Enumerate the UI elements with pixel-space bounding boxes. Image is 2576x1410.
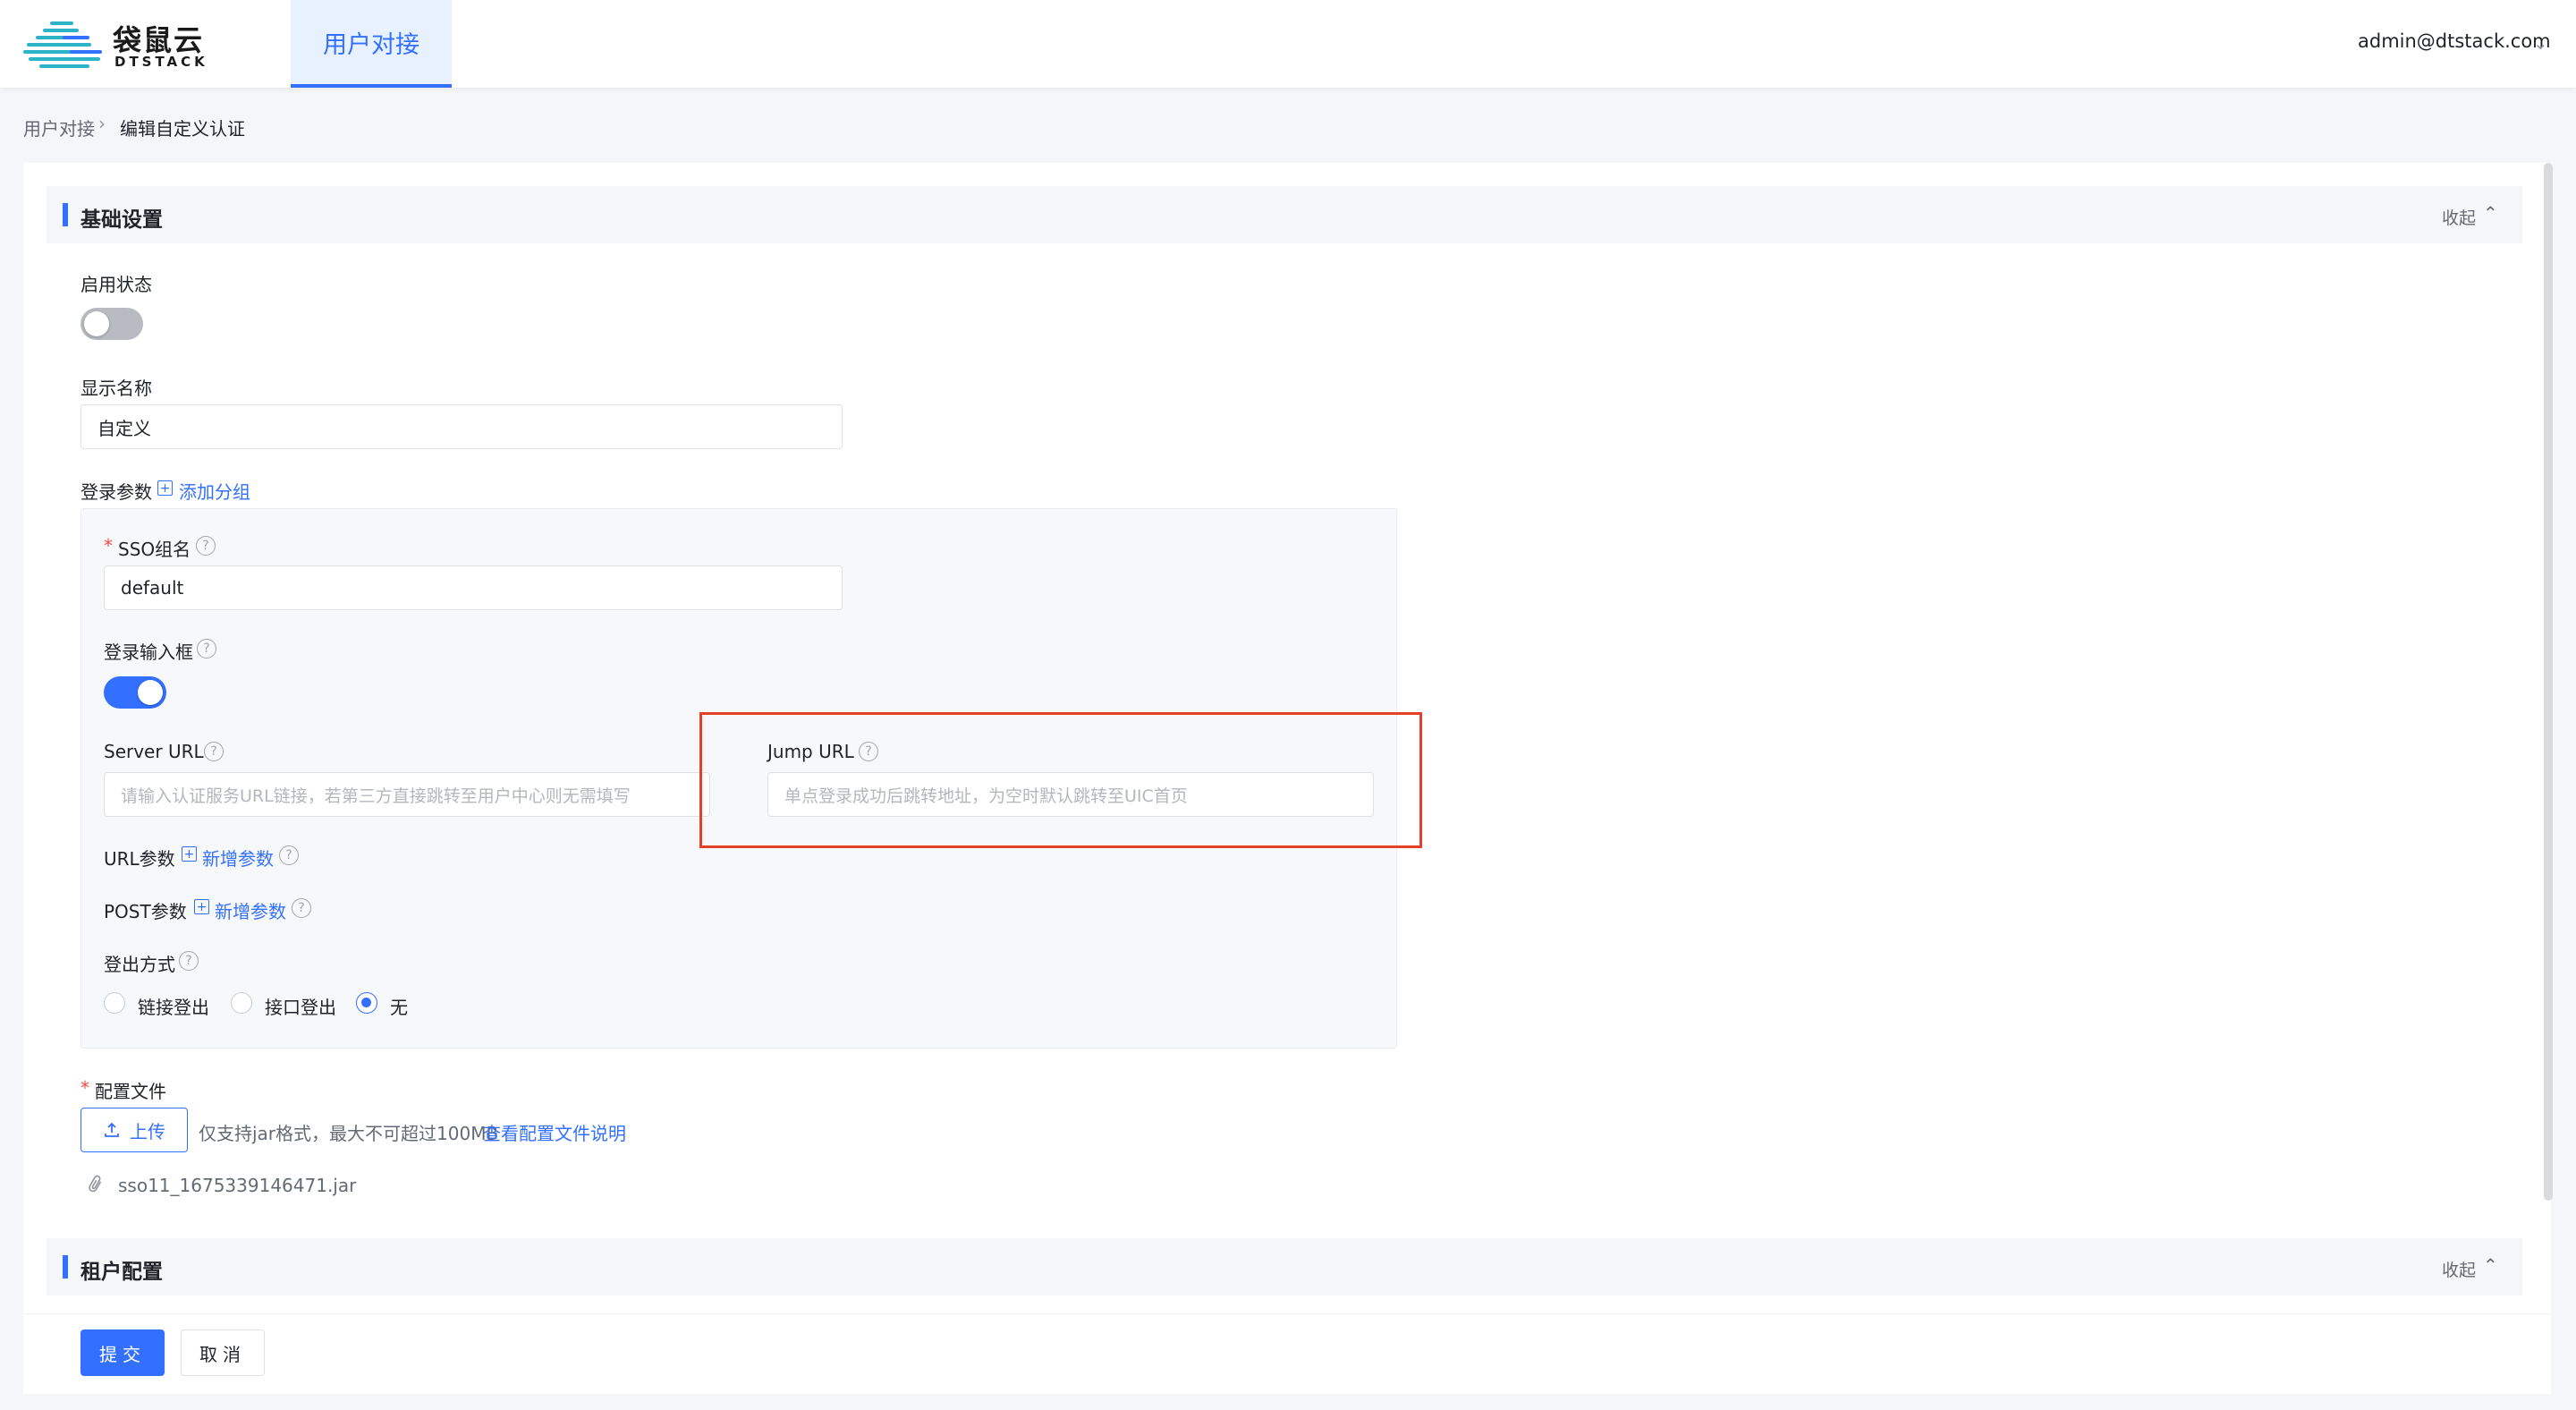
collapse-button-tenant[interactable]: 收起 [2442, 1257, 2476, 1281]
help-icon[interactable]: ? [204, 742, 224, 761]
radio-label-link-logout[interactable]: 链接登出 [138, 993, 209, 1019]
help-icon[interactable]: ? [196, 536, 216, 556]
chevron-up-icon[interactable]: ⌃ [2483, 1254, 2498, 1276]
display-name-input[interactable]: 自定义 [80, 404, 843, 449]
chevron-up-icon[interactable]: ⌃ [2483, 202, 2498, 224]
upload-label: 上传 [130, 1120, 165, 1142]
plus-square-icon[interactable]: + [157, 480, 173, 496]
plus-square-icon[interactable]: + [194, 899, 209, 914]
section-title-basic: 基础设置 [80, 208, 163, 232]
section-header-basic[interactable] [47, 186, 2522, 243]
logo-text-en: DTSTACK [114, 54, 208, 70]
help-icon[interactable]: ? [197, 639, 216, 658]
nav-tab-user-integration[interactable]: 用户对接 [291, 0, 452, 88]
toggle-knob [84, 311, 109, 336]
dtstack-logo-icon[interactable] [23, 20, 106, 68]
help-icon[interactable]: ? [292, 898, 311, 918]
section-accent-bar [63, 203, 68, 226]
submit-button[interactable]: 提交 [80, 1329, 165, 1376]
chevron-right-icon: › [98, 113, 106, 134]
collapse-button-basic[interactable]: 收起 [2442, 205, 2476, 229]
sso-group-input[interactable]: default [104, 565, 843, 610]
radio-api-logout[interactable] [231, 992, 252, 1014]
upload-button[interactable]: 上传 [80, 1108, 188, 1152]
help-icon[interactable]: ? [179, 951, 199, 971]
plus-square-icon[interactable]: + [182, 846, 197, 862]
scrollbar[interactable] [2544, 163, 2553, 1201]
radio-label-api-logout[interactable]: 接口登出 [265, 993, 336, 1019]
breadcrumb-parent[interactable]: 用户对接 [23, 115, 95, 140]
upload-icon [105, 1122, 119, 1137]
radio-none[interactable] [356, 992, 377, 1014]
upload-hint: 仅支持jar格式，最大不可超过100MB [199, 1123, 499, 1144]
required-asterisk: * [80, 1077, 89, 1099]
add-post-param-link[interactable]: 新增参数 [215, 897, 286, 923]
breadcrumb-current: 编辑自定义认证 [120, 118, 245, 140]
toggle-knob [138, 680, 163, 705]
add-group-link[interactable]: 添加分组 [179, 478, 250, 504]
login-input-label: 登录输入框 [104, 641, 193, 663]
config-file-label: 配置文件 [95, 1081, 166, 1102]
user-email[interactable]: admin@dtstack.com [2358, 30, 2551, 52]
chevron-down-icon[interactable]: ⌄ [2533, 32, 2548, 54]
server-url-label: Server URL [104, 741, 204, 762]
add-url-param-link[interactable]: 新增参数 [202, 845, 274, 871]
annotation-highlight-box [699, 712, 1422, 848]
login-params-label: 登录参数 [80, 481, 152, 503]
uploaded-file-name[interactable]: sso11_1675339146471.jar [118, 1175, 356, 1196]
radio-link-logout[interactable] [104, 992, 125, 1014]
help-icon[interactable]: ? [279, 845, 299, 865]
required-asterisk: * [104, 535, 113, 556]
radio-label-none[interactable]: 无 [390, 993, 408, 1019]
url-params-label: URL参数 [104, 848, 175, 870]
cancel-button[interactable]: 取消 [181, 1329, 265, 1376]
post-params-label: POST参数 [104, 901, 187, 922]
logout-method-label: 登出方式 [104, 954, 175, 975]
footer-divider [23, 1313, 2551, 1314]
display-name-label: 显示名称 [80, 378, 152, 399]
section-title-tenant: 租户配置 [80, 1261, 163, 1284]
enable-status-toggle[interactable] [80, 308, 143, 340]
paperclip-icon [89, 1175, 102, 1193]
sso-group-label: SSO组名 [118, 539, 191, 560]
section-header-tenant[interactable] [47, 1238, 2522, 1295]
login-input-toggle[interactable] [104, 676, 166, 709]
enable-status-label: 启用状态 [80, 274, 152, 295]
section-accent-bar [63, 1255, 68, 1278]
config-doc-link[interactable]: 查看配置文件说明 [483, 1119, 626, 1145]
server-url-input[interactable]: 请输入认证服务URL链接，若第三方直接跳转至用户中心则无需填写 [104, 772, 710, 817]
